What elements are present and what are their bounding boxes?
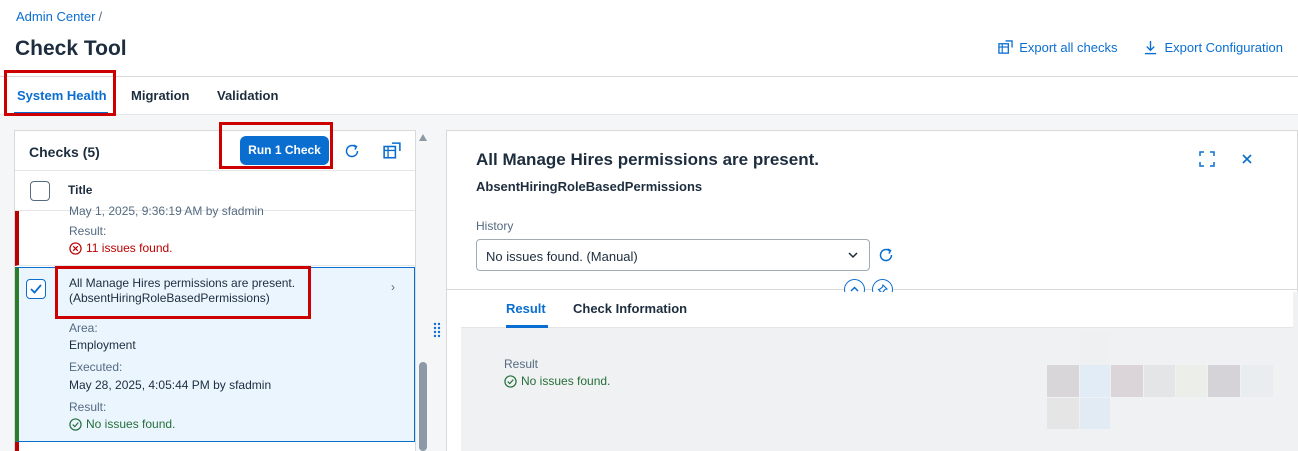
executed-value: May 28, 2025, 4:05:44 PM by sfadmin: [69, 378, 272, 392]
detail-result-text: No issues found.: [521, 374, 611, 388]
tab-check-information[interactable]: Check Information: [573, 301, 687, 316]
checkmark-icon: [30, 284, 42, 294]
active-tab-indicator: [14, 112, 108, 115]
tab-bar: System Health Migration Validation: [0, 77, 1298, 115]
detail-subtitle: AbsentHiringRoleBasedPermissions: [476, 179, 703, 194]
history-label: History: [476, 219, 514, 233]
result-value: No issues found.: [69, 417, 175, 431]
executed-label: Executed:: [69, 360, 123, 374]
export-all-checks-label: Export all checks: [1019, 40, 1118, 55]
header-actions: Export all checks Export Configuration: [998, 40, 1283, 55]
row-checkbox-checked[interactable]: [26, 279, 46, 299]
scrollbar-thumb[interactable]: [419, 362, 427, 451]
tab-system-health[interactable]: System Health: [17, 88, 107, 103]
fullscreen-icon[interactable]: [1198, 150, 1216, 168]
check-title-line1: All Manage Hires permissions are present…: [69, 276, 296, 290]
result-text: No issues found.: [86, 417, 176, 431]
refresh-history-icon[interactable]: [877, 246, 895, 264]
area-label: Area:: [69, 321, 98, 335]
area-value: Employment: [69, 338, 136, 352]
result-label: Result:: [69, 224, 107, 238]
list-item[interactable]: May 1, 2025, 9:36:19 AM by sfadmin Resul…: [15, 204, 415, 266]
tab-result[interactable]: Result: [506, 301, 546, 316]
breadcrumb-admin-center[interactable]: Admin Center: [16, 9, 95, 24]
list-item-selected[interactable]: All Manage Hires permissions are present…: [15, 267, 415, 442]
run-check-button[interactable]: Run 1 Check: [240, 136, 329, 165]
export-configuration-label: Export Configuration: [1164, 40, 1283, 55]
checks-count-title: Checks (5): [29, 144, 100, 160]
scroll-up-arrow-icon[interactable]: [419, 134, 427, 141]
tab-validation[interactable]: Validation: [217, 88, 278, 103]
list-item[interactable]: [15, 442, 415, 451]
close-icon[interactable]: [1238, 150, 1256, 168]
success-circle-icon: [69, 417, 82, 431]
error-circle-icon: [69, 241, 82, 255]
splitter-grip-icon[interactable]: [433, 322, 441, 338]
download-icon: [1145, 40, 1157, 55]
chevron-right-icon: ›: [391, 280, 395, 294]
detail-sub-tabs: Result Check Information: [461, 292, 1293, 328]
active-sub-tab-indicator: [506, 325, 548, 328]
checks-panel: Checks (5) Run 1 Check Title May 1, 2025…: [14, 130, 416, 451]
refresh-icon[interactable]: [343, 142, 361, 160]
export-table-icon[interactable]: [383, 142, 401, 160]
result-value: 11 issues found.: [69, 241, 173, 255]
export-table-icon: [998, 40, 1013, 54]
export-configuration-button[interactable]: Export Configuration: [1143, 40, 1283, 55]
check-title-line2: (AbsentHiringRoleBasedPermissions): [69, 291, 270, 305]
select-all-checkbox[interactable]: [30, 181, 50, 201]
detail-title: All Manage Hires permissions are present…: [476, 150, 819, 169]
tab-migration[interactable]: Migration: [131, 88, 190, 103]
checks-panel-header: Checks (5) Run 1 Check: [15, 131, 415, 171]
page-title: Check Tool: [15, 37, 127, 60]
success-circle-icon: [504, 374, 517, 388]
chevron-down-icon: [848, 252, 858, 259]
detail-result-value: No issues found.: [504, 374, 610, 388]
page-header: Admin Center / Check Tool Export all chec…: [0, 0, 1298, 77]
history-select[interactable]: No issues found. (Manual): [476, 239, 870, 271]
export-all-checks-button[interactable]: Export all checks: [998, 40, 1117, 55]
detail-content: Result Check Information Result No issue…: [461, 292, 1298, 451]
checks-scrollbar[interactable]: [419, 130, 427, 451]
result-label: Result:: [69, 400, 107, 414]
result-text: 11 issues found.: [86, 241, 173, 255]
breadcrumb-separator: /: [98, 9, 103, 24]
breadcrumb: Admin Center /: [16, 9, 102, 24]
history-select-value: No issues found. (Manual): [486, 249, 638, 264]
detail-result-label: Result: [504, 357, 539, 371]
executed-value: May 1, 2025, 9:36:19 AM by sfadmin: [69, 204, 264, 218]
column-title: Title: [68, 183, 93, 197]
